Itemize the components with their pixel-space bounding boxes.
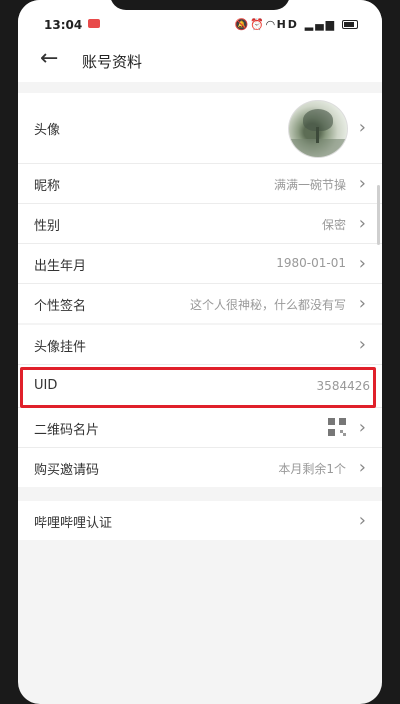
chevron-right-icon: › (358, 510, 366, 531)
phone-screen: 13:04 🔕⏰◠HD ▂▄▆ ← 账号资料 头像 › 昵称 满满一碗节操 › … (18, 0, 382, 704)
chevron-right-icon: › (358, 117, 366, 138)
invite-code-value: 本月剩余1个 (278, 462, 346, 476)
scrollbar[interactable] (377, 185, 380, 245)
birthday-row[interactable]: 出生年月 1980-01-01 › (18, 244, 382, 284)
battery-icon (342, 19, 358, 29)
pendant-label: 头像挂件 (34, 340, 87, 355)
signature-value: 这个人很神秘，什么都没有写 (189, 298, 346, 312)
invite-code-label: 购买邀请码 (34, 463, 100, 478)
misc-section: 头像挂件 › UID 3584426 二维码名片 › 购买邀请码 本月剩余1个 … (18, 325, 382, 487)
gender-row[interactable]: 性别 保密 › (18, 204, 382, 244)
uid-label: UID (34, 378, 58, 393)
birthday-value: 1980-01-01 (276, 256, 346, 270)
qrcode-label: 二维码名片 (34, 423, 100, 438)
status-bar: 13:04 🔕⏰◠HD ▂▄▆ (18, 0, 382, 38)
birthday-label: 出生年月 (34, 259, 87, 274)
profile-section: 头像 › 昵称 满满一碗节操 › 性别 保密 › 出生年月 1980-01-01… (18, 93, 382, 323)
network-label: HD (276, 18, 299, 31)
signature-row[interactable]: 个性签名 这个人很神秘，什么都没有写 › (18, 284, 382, 323)
chevron-right-icon: › (358, 457, 366, 478)
notification-icon (88, 19, 100, 28)
uid-value: 3584426 (316, 379, 370, 393)
nickname-value: 满满一碗节操 (273, 178, 346, 192)
chevron-right-icon: › (358, 173, 366, 194)
chevron-right-icon: › (358, 334, 366, 355)
verify-label: 哔哩哔哩认证 (34, 516, 113, 531)
chevron-right-icon: › (358, 417, 366, 438)
status-icons: 🔕⏰◠HD ▂▄▆ (235, 18, 358, 31)
chevron-right-icon: › (358, 213, 366, 234)
nickname-label: 昵称 (34, 179, 61, 194)
chevron-right-icon: › (358, 253, 366, 274)
invite-code-row[interactable]: 购买邀请码 本月剩余1个 › (18, 448, 382, 487)
pendant-row[interactable]: 头像挂件 › (18, 325, 382, 365)
page-title: 账号资料 (82, 53, 143, 71)
status-time: 13:04 (44, 18, 83, 32)
gender-label: 性别 (34, 219, 61, 234)
qrcode-row[interactable]: 二维码名片 › (18, 408, 382, 448)
avatar-row[interactable]: 头像 › (18, 93, 382, 164)
app-bar: ← 账号资料 (18, 38, 382, 82)
arrow-left-icon[interactable]: ← (40, 46, 58, 71)
qr-code-icon (328, 418, 346, 436)
gender-value: 保密 (321, 218, 346, 232)
camera-notch (110, 0, 290, 10)
verify-section: 哔哩哔哩认证 › (18, 501, 382, 540)
avatar-label: 头像 (34, 123, 61, 138)
signal-icon: ▂▄▆ (304, 18, 337, 31)
uid-row[interactable]: UID 3584426 (18, 365, 382, 408)
alarm-icon: ⏰ (250, 18, 267, 31)
signature-label: 个性签名 (34, 299, 87, 314)
avatar (288, 100, 348, 158)
mute-icon: 🔕 (234, 18, 251, 31)
wifi-icon: ◠ (266, 18, 277, 31)
chevron-right-icon: › (358, 293, 366, 314)
nickname-row[interactable]: 昵称 满满一碗节操 › (18, 164, 382, 204)
verify-row[interactable]: 哔哩哔哩认证 › (18, 501, 382, 540)
